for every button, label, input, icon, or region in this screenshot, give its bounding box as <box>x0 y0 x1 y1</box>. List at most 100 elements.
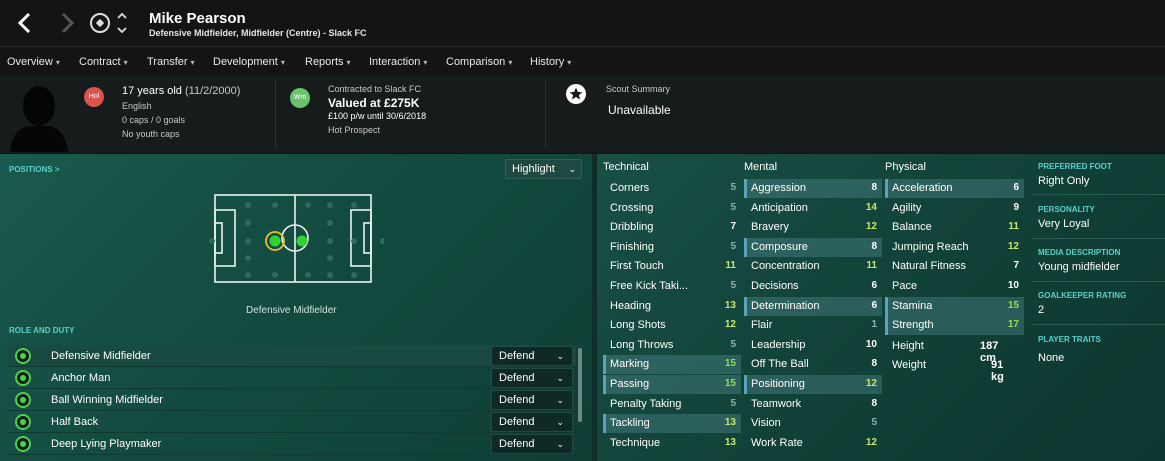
attribute-row[interactable]: Tackling 13 <box>603 414 741 434</box>
role-name: Defensive Midfielder <box>51 350 151 362</box>
tab-contract[interactable]: Contract ▾ <box>79 56 128 68</box>
attribute-row[interactable]: First Touch 11 <box>603 257 741 276</box>
attribute-row[interactable]: Pace 10 <box>885 277 1024 296</box>
attribute-value: 15 <box>724 358 736 370</box>
club-crest-icon[interactable] <box>90 13 110 33</box>
attribute-value: 13 <box>724 299 736 311</box>
attribute-row[interactable]: Positioning 12 <box>744 375 882 394</box>
attribute-row[interactable]: Aggression 8 <box>744 179 882 198</box>
divider <box>1032 238 1165 239</box>
preferred-foot-title: PREFERRED FOOT <box>1038 162 1112 171</box>
tab-overview[interactable]: Overview ▾ <box>0 56 67 79</box>
attribute-value: 15 <box>1007 299 1019 311</box>
attribute-label: Passing <box>610 378 650 390</box>
duty-dropdown[interactable]: Defend ⌄ <box>491 412 573 432</box>
attribute-label: First Touch <box>610 260 664 273</box>
attribute-row[interactable]: Marking 15 <box>603 355 741 375</box>
duty-dropdown[interactable]: Defend ⌄ <box>491 346 573 366</box>
chevron-down-icon: ⌄ <box>556 395 564 405</box>
attribute-row[interactable]: Jumping Reach 12 <box>885 238 1024 257</box>
attribute-row[interactable]: Flair 1 <box>744 316 882 335</box>
highlight-dropdown[interactable]: Highlight ⌄ <box>505 159 582 179</box>
attribute-row[interactable]: Anticipation 14 <box>744 199 882 218</box>
tab-history[interactable]: History ▾ <box>530 56 571 68</box>
chevron-up-down-icon[interactable] <box>116 10 128 36</box>
tab-transfer[interactable]: Transfer ▾ <box>147 56 195 68</box>
attribute-row[interactable]: Leadership 10 <box>744 336 882 355</box>
attribute-row[interactable]: Long Shots 12 <box>603 316 741 335</box>
star-icon[interactable] <box>565 83 587 105</box>
tab-comparison[interactable]: Comparison ▾ <box>446 56 512 68</box>
attribute-row[interactable]: Composure 8 <box>744 237 882 257</box>
attribute-value: 11 <box>725 260 736 272</box>
tab-interaction[interactable]: Interaction ▾ <box>369 56 427 68</box>
role-row[interactable]: Ball Winning Midfielder Defend ⌄ <box>8 389 576 411</box>
role-row[interactable]: Defensive Midfielder Defend ⌄ <box>8 345 576 367</box>
divider <box>545 80 546 148</box>
duty-dropdown[interactable]: Defend ⌄ <box>491 368 573 388</box>
attribute-value: 12 <box>865 378 877 389</box>
player-traits-title: PLAYER TRAITS <box>1038 335 1101 344</box>
attribute-row[interactable]: Concentration 11 <box>744 257 882 276</box>
attribute-value: 8 <box>871 358 877 370</box>
attribute-value: 17 <box>1007 319 1019 331</box>
attribute-row[interactable]: Free Kick Taki... 5 <box>603 277 741 296</box>
attribute-row[interactable]: Penalty Taking 5 <box>603 395 741 414</box>
back-arrow-icon[interactable] <box>12 10 38 36</box>
attribute-row[interactable]: Crossing 5 <box>603 199 741 218</box>
attribute-row[interactable]: Stamina 15 <box>885 296 1024 316</box>
age-text: 17 years old <box>122 85 182 97</box>
attribute-row[interactable]: Vision 5 <box>744 414 882 433</box>
forward-arrow-icon[interactable] <box>54 10 80 36</box>
attribute-row[interactable]: Finishing 5 <box>603 238 741 257</box>
duty-dropdown[interactable]: Defend ⌄ <box>491 390 573 410</box>
attribute-row[interactable]: Determination 6 <box>744 296 882 316</box>
attribute-row[interactable]: Balance 11 <box>885 218 1024 237</box>
caps: 0 caps / 0 goals <box>122 115 186 125</box>
attribute-row[interactable]: Passing 15 <box>603 375 741 394</box>
attribute-row[interactable]: Technique 13 <box>603 434 741 453</box>
role-duty-title: ROLE AND DUTY <box>9 326 75 335</box>
role-icon <box>15 414 31 430</box>
attribute-row[interactable]: Bravery 12 <box>744 218 882 237</box>
attribute-label: Pace <box>892 280 918 292</box>
attribute-row[interactable]: Strength 17 <box>885 316 1024 336</box>
attribute-value: 11 <box>866 260 877 272</box>
attribute-row[interactable]: Dribbling 7 <box>603 218 741 237</box>
chevron-down-icon: ⌄ <box>556 351 564 361</box>
divider <box>275 80 276 148</box>
attribute-label: Long Shots <box>610 319 666 332</box>
role-row[interactable]: Half Back Defend ⌄ <box>8 411 576 433</box>
personality-title: PERSONALITY <box>1038 205 1095 214</box>
transfer-status-badge[interactable]: Wnt <box>290 88 310 108</box>
attribute-row[interactable]: Off The Ball 8 <box>744 355 882 374</box>
role-row[interactable]: Anchor Man Defend ⌄ <box>8 367 576 389</box>
weight-row: Weight 91 kg <box>892 359 1004 383</box>
attribute-row[interactable]: Long Throws 5 <box>603 336 741 355</box>
tab-label: Interaction <box>369 56 421 68</box>
attribute-label: Long Throws <box>610 338 674 351</box>
role-row[interactable]: Deep Lying Playmaker Defend ⌄ <box>8 433 576 455</box>
attribute-row[interactable]: Corners 5 <box>603 179 741 198</box>
attribute-row[interactable]: Acceleration 6 <box>885 179 1024 198</box>
chevron-down-icon: ⌄ <box>556 373 564 383</box>
role-icon <box>15 436 31 452</box>
duty-dropdown[interactable]: Defend ⌄ <box>491 434 573 454</box>
attribute-row[interactable]: Agility 9 <box>885 199 1024 218</box>
attribute-row[interactable]: Work Rate 12 <box>744 434 882 453</box>
positions-link[interactable]: POSITIONS > <box>9 165 59 174</box>
tab-development[interactable]: Development ▾ <box>213 56 285 68</box>
position-caption: Defensive Midfielder <box>246 305 337 316</box>
role-list-scrollbar[interactable] <box>578 348 582 422</box>
player-age: 17 years old (11/2/2000) <box>122 85 240 97</box>
attribute-row[interactable]: Teamwork 8 <box>744 395 882 414</box>
attribute-row[interactable]: Natural Fitness 7 <box>885 257 1024 276</box>
youth-caps: No youth caps <box>122 129 180 139</box>
attribute-value: 8 <box>871 240 877 252</box>
attribute-row[interactable]: Decisions 6 <box>744 277 882 296</box>
attribute-value: 10 <box>1007 280 1019 291</box>
tab-reports[interactable]: Reports ▾ <box>305 56 351 68</box>
attribute-row[interactable]: Heading 13 <box>603 297 741 316</box>
status-badge[interactable]: Hol <box>84 87 104 107</box>
attribute-value: 6 <box>871 299 877 311</box>
